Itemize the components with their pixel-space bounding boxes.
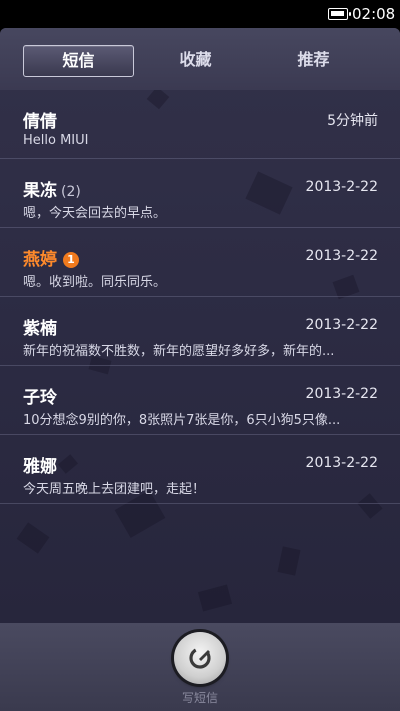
contact-name: 果冻 (2): [23, 181, 81, 201]
messages-panel: 短信 收藏 推荐 倩倩 5分钟前 Hello MIUI 果冻 (2) 2013-2…: [0, 28, 400, 623]
compose-label: 写短信: [181, 691, 218, 705]
contact-name: 紫楠: [23, 319, 57, 339]
message-preview: Hello MIUI: [23, 133, 89, 148]
compose-button[interactable]: [174, 632, 226, 684]
battery-icon: [328, 8, 351, 20]
tab-bar: 短信 收藏 推荐: [0, 28, 400, 90]
message-preview: 新年的祝福数不胜数，新年的愿望好多好多，新年的...: [23, 344, 335, 359]
status-time: 02:08: [352, 5, 396, 23]
conversation-row[interactable]: 子玲 2013-2-22 10分想念9别的你，8张照片7张是你，6只小狗5只像.…: [0, 366, 400, 435]
bottom-bar: 写短信: [0, 623, 400, 711]
tab-messages[interactable]: 短信: [23, 45, 134, 77]
message-preview: 今天周五晚上去团建吧，走起！: [23, 482, 206, 497]
conversation-row[interactable]: 燕婷 1 2013-2-22 嗯。收到啦。同乐同乐。: [0, 228, 400, 297]
contact-name: 倩倩: [23, 112, 57, 132]
contact-name: 燕婷 1: [23, 245, 79, 270]
tab-favorites[interactable]: 收藏: [140, 45, 251, 77]
message-preview: 10分想念9别的你，8张照片7张是你，6只小狗5只像...: [23, 413, 341, 428]
conversation-row[interactable]: 倩倩 5分钟前 Hello MIUI: [0, 90, 400, 159]
tab-recommended[interactable]: 推荐: [258, 45, 369, 77]
contact-name: 雅娜: [23, 457, 57, 477]
message-time: 2013-2-22: [305, 455, 378, 471]
message-preview: 嗯。收到啦。同乐同乐。: [23, 275, 167, 290]
message-time: 2013-2-22: [305, 179, 378, 195]
message-time: 2013-2-22: [305, 248, 378, 264]
contact-name: 子玲: [23, 388, 57, 408]
compose-icon: [189, 647, 211, 669]
message-time: 5分钟前: [327, 113, 378, 129]
unread-badge: 1: [63, 252, 79, 268]
status-bar: 02:08: [0, 0, 400, 28]
conversation-row[interactable]: 雅娜 2013-2-22 今天周五晚上去团建吧，走起！: [0, 435, 400, 504]
conversation-row[interactable]: 紫楠 2013-2-22 新年的祝福数不胜数，新年的愿望好多好多，新年的...: [0, 297, 400, 366]
message-time: 2013-2-22: [305, 317, 378, 333]
message-time: 2013-2-22: [305, 386, 378, 402]
message-preview: 嗯，今天会回去的早点。: [23, 206, 167, 221]
message-count: (2): [61, 184, 81, 200]
conversation-row[interactable]: 果冻 (2) 2013-2-22 嗯，今天会回去的早点。: [0, 159, 400, 228]
